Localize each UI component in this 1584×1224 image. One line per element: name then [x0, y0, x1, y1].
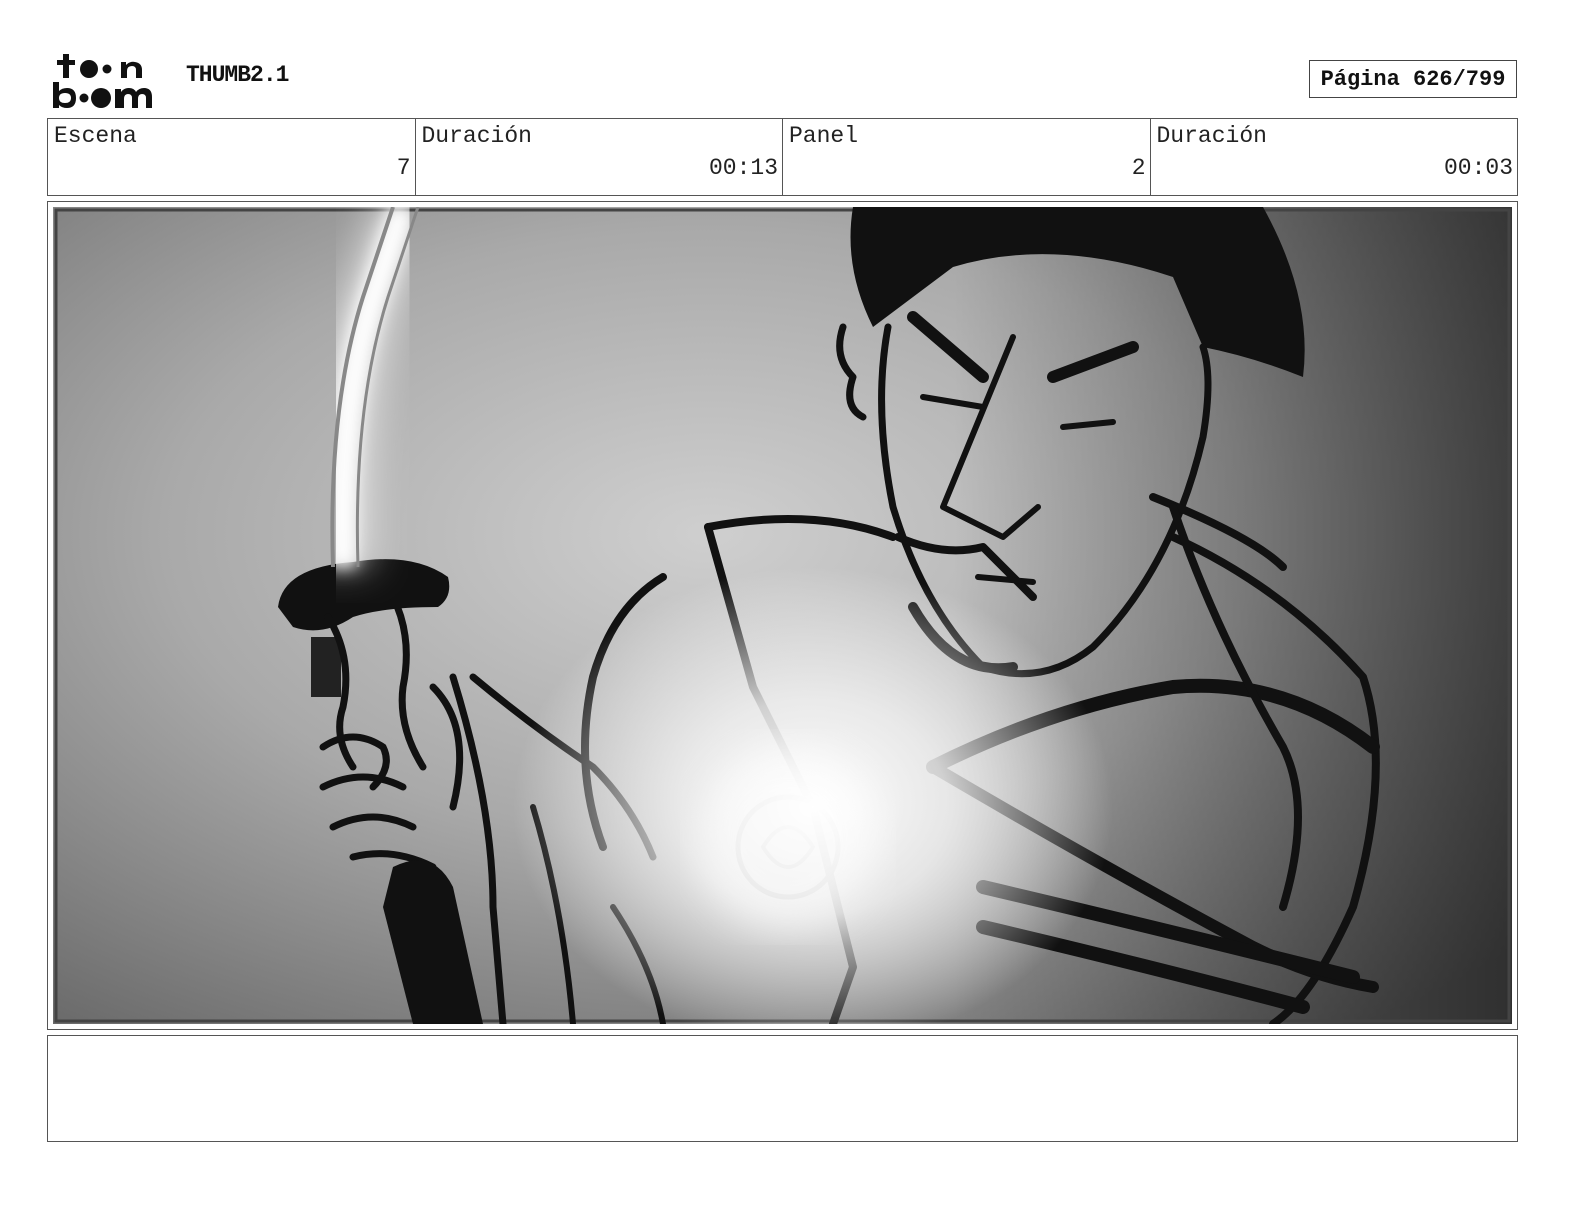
scene-cell: Escena 7: [48, 119, 416, 195]
scene-value: 7: [396, 155, 411, 181]
scene-duration-value: 00:13: [708, 155, 778, 181]
panel-notes-box: [47, 1035, 1518, 1142]
storyboard-panel-image: [53, 207, 1512, 1024]
page-label: Página 626/799: [1320, 66, 1506, 92]
project-title: THUMB2.1: [186, 62, 289, 88]
page-indicator: Página 626/799: [1309, 60, 1517, 98]
scene-info-table: Escena 7 Duración 00:13 Panel 2 Duración…: [47, 118, 1518, 196]
storyboard-panel-frame: [47, 201, 1518, 1030]
panel-cell: Panel 2: [783, 119, 1151, 195]
panel-duration-value: 00:03: [1443, 155, 1513, 181]
panel-label: Panel: [789, 123, 859, 149]
scene-label: Escena: [54, 123, 137, 149]
toon-boom-logo: [51, 50, 163, 110]
scene-duration-label: Duración: [421, 123, 532, 149]
panel-duration-label: Duración: [1156, 123, 1267, 149]
panel-duration-cell: Duración 00:03: [1151, 119, 1518, 195]
scene-duration-cell: Duración 00:13: [416, 119, 783, 195]
panel-value: 2: [1131, 155, 1146, 181]
